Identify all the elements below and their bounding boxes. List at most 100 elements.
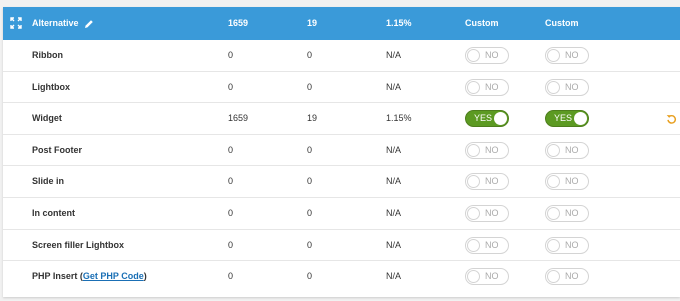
- row-conversions: 19: [307, 113, 318, 124]
- toggle-label: YES: [474, 113, 493, 124]
- toggle-knob: [547, 143, 560, 157]
- row-label: Widget: [32, 103, 62, 134]
- expand-icon[interactable]: [10, 17, 22, 29]
- test-2-toggle[interactable]: NO: [545, 141, 589, 159]
- row-conversions: 0: [307, 271, 313, 282]
- test-2-toggle[interactable]: YES: [545, 110, 589, 128]
- pencil-icon[interactable]: [84, 19, 94, 29]
- row-conversions: 0: [307, 144, 313, 155]
- table-row: Post Footer 0 0 N/A NO NO: [3, 135, 680, 167]
- row-views: 0: [228, 81, 234, 92]
- toggle-label: NO: [485, 81, 499, 92]
- row-label-text: In content: [32, 207, 75, 218]
- toggle-label: NO: [485, 207, 499, 218]
- table-header: Alternative 1659 19 1.15% Custom Custom: [3, 7, 680, 40]
- toggle-label: NO: [565, 271, 579, 282]
- test-2-toggle[interactable]: NO: [545, 78, 589, 96]
- header-test-1: Custom: [465, 18, 499, 28]
- row-label-text: Lightbox: [32, 81, 70, 92]
- row-label: Screen filler Lightbox: [32, 230, 124, 261]
- test-2-toggle[interactable]: NO: [545, 268, 589, 286]
- row-rate: N/A: [386, 207, 402, 218]
- toggle-knob: [467, 206, 480, 220]
- toggle-knob: [547, 270, 560, 284]
- toggle-knob: [547, 206, 560, 220]
- row-views: 0: [228, 176, 234, 187]
- toggle-knob: [467, 143, 480, 157]
- test-2-toggle[interactable]: NO: [545, 236, 589, 254]
- row-views: 0: [228, 239, 234, 250]
- test-1-toggle[interactable]: NO: [465, 141, 509, 159]
- toggle-label: NO: [565, 50, 579, 60]
- row-label: Lightbox: [32, 72, 70, 103]
- variations-panel: Alternative 1659 19 1.15% Custom Custom …: [3, 7, 680, 297]
- row-rate: N/A: [386, 81, 402, 92]
- row-label-text: Widget: [32, 113, 62, 124]
- toggle-label: NO: [485, 176, 499, 187]
- row-conversions: 0: [307, 176, 313, 187]
- toggle-label: NO: [565, 239, 579, 250]
- undo-icon[interactable]: [666, 113, 677, 124]
- test-2-toggle[interactable]: NO: [545, 204, 589, 222]
- header-rate: 1.15%: [386, 18, 412, 28]
- row-rate: N/A: [386, 50, 402, 60]
- toggle-knob: [547, 238, 560, 252]
- test-1-toggle[interactable]: NO: [465, 204, 509, 222]
- test-1-toggle[interactable]: NO: [465, 173, 509, 191]
- table-row: PHP Insert (Get PHP Code) 0 0 N/A NO NO: [3, 261, 680, 293]
- row-rate: N/A: [386, 271, 402, 282]
- toggle-label: NO: [485, 239, 499, 250]
- row-conversions: 0: [307, 81, 313, 92]
- row-label-text: Slide in: [32, 176, 65, 187]
- table-row: Ribbon 0 0 N/A NO NO: [3, 40, 680, 72]
- toggle-knob: [467, 238, 480, 252]
- row-rate: N/A: [386, 144, 402, 155]
- row-conversions: 0: [307, 239, 313, 250]
- row-label: Post Footer: [32, 135, 82, 166]
- test-1-toggle[interactable]: NO: [465, 236, 509, 254]
- table-body: Ribbon 0 0 N/A NO NO Lightbox 0 0 N/A NO NO Widget 16…: [3, 40, 680, 293]
- row-label: Slide in: [32, 166, 64, 197]
- row-label-text: PHP Insert: [32, 271, 78, 282]
- row-views: 0: [228, 207, 234, 218]
- row-conversions: 0: [307, 207, 313, 218]
- row-label: In content: [32, 198, 75, 229]
- toggle-label: YES: [554, 113, 573, 124]
- row-label-text: Screen filler Lightbox: [32, 239, 125, 250]
- toggle-knob: [467, 270, 480, 284]
- row-label: Ribbon: [32, 40, 63, 71]
- toggle-label: NO: [485, 144, 499, 155]
- get-php-code-link[interactable]: Get PHP Code: [83, 271, 144, 281]
- header-conversions: 19: [307, 18, 318, 28]
- table-row: Lightbox 0 0 N/A NO NO: [3, 72, 680, 104]
- test-1-toggle[interactable]: NO: [465, 78, 509, 96]
- row-label: PHP Insert (Get PHP Code): [32, 271, 147, 282]
- toggle-knob: [547, 49, 560, 62]
- toggle-knob: [574, 112, 587, 126]
- row-views: 1659: [228, 113, 249, 124]
- toggle-label: NO: [565, 144, 579, 155]
- header-title-wrap: Alternative: [32, 7, 94, 40]
- row-label-text: Ribbon: [32, 50, 63, 60]
- test-1-toggle[interactable]: NO: [465, 47, 509, 64]
- table-row: Widget 1659 19 1.15% YES YES: [3, 103, 680, 135]
- row-views: 0: [228, 144, 234, 155]
- toggle-knob: [467, 175, 480, 189]
- test-1-toggle[interactable]: NO: [465, 268, 509, 286]
- test-2-toggle[interactable]: NO: [545, 47, 589, 64]
- test-2-toggle[interactable]: NO: [545, 173, 589, 191]
- toggle-knob: [494, 112, 507, 126]
- header-test-2: Custom: [545, 18, 579, 28]
- row-rate: N/A: [386, 176, 402, 187]
- page-title: Alternative: [32, 18, 79, 28]
- toggle-knob: [547, 80, 560, 94]
- toggle-label: NO: [565, 176, 579, 187]
- row-rate: 1.15%: [386, 113, 412, 124]
- test-1-toggle[interactable]: YES: [465, 110, 509, 128]
- row-views: 0: [228, 271, 234, 282]
- row-views: 0: [228, 50, 234, 60]
- row-rate: N/A: [386, 239, 402, 250]
- toggle-knob: [467, 80, 480, 94]
- table-row: In content 0 0 N/A NO NO: [3, 198, 680, 230]
- row-conversions: 0: [307, 50, 313, 60]
